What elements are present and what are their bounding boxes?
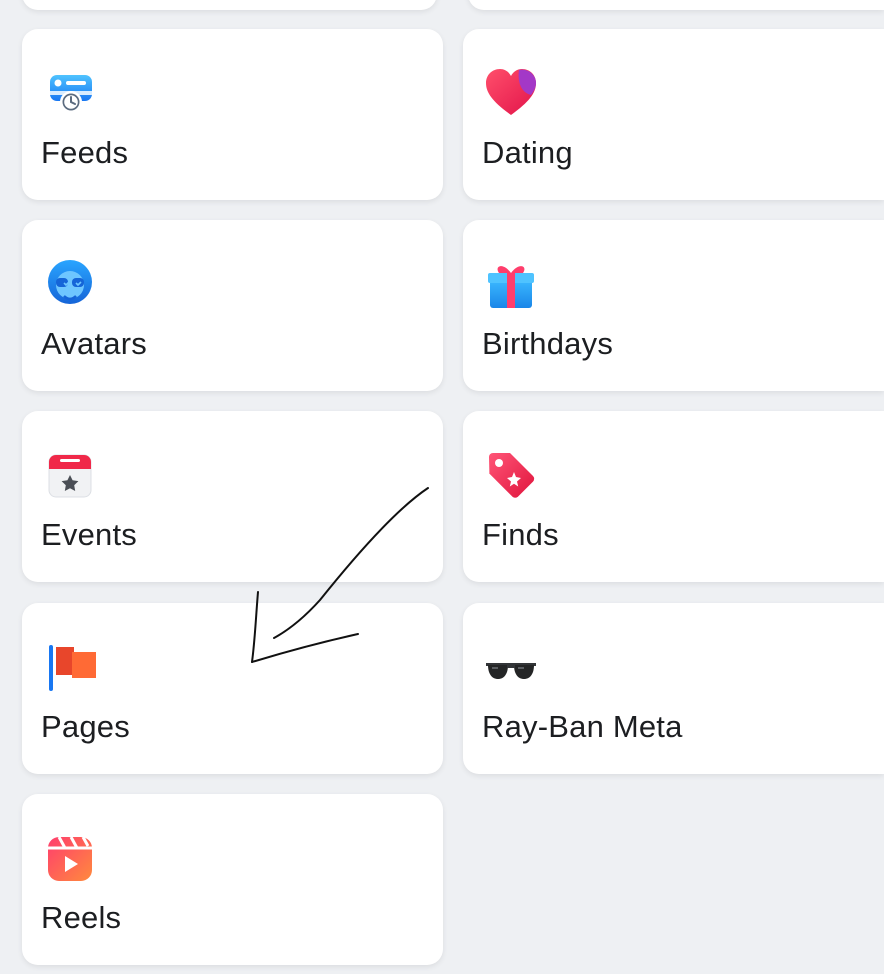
- avatars-icon: [42, 256, 98, 312]
- shortcut-label: Feeds: [41, 135, 129, 170]
- shortcut-label: Dating: [482, 135, 573, 170]
- feeds-icon: [42, 65, 98, 121]
- shortcut-avatars[interactable]: Avatars: [22, 220, 443, 391]
- shortcut-label: Ray-Ban Meta: [482, 709, 683, 744]
- shortcut-events[interactable]: Events: [22, 411, 443, 582]
- shortcut-label: Avatars: [41, 326, 147, 361]
- shortcut-reels[interactable]: Reels: [22, 794, 443, 965]
- shortcut-feeds[interactable]: Feeds: [22, 29, 443, 200]
- events-calendar-icon: [42, 447, 98, 503]
- partial-card-top-right[interactable]: [468, 0, 884, 10]
- reels-icon: [42, 830, 98, 886]
- birthday-gift-icon: [483, 256, 539, 312]
- shortcut-birthdays[interactable]: Birthdays: [463, 220, 884, 391]
- shortcut-label: Events: [41, 517, 137, 552]
- partial-card-top-left[interactable]: [22, 0, 437, 10]
- shortcut-label: Birthdays: [482, 326, 614, 361]
- shortcuts-grid: Feeds Dating Avatars Birthdays Events Fi…: [0, 0, 884, 974]
- shortcut-label: Reels: [41, 900, 122, 935]
- dating-heart-icon: [483, 65, 539, 121]
- shortcut-dating[interactable]: Dating: [463, 29, 884, 200]
- finds-tag-icon: [483, 447, 539, 503]
- sunglasses-icon: [483, 639, 539, 695]
- shortcut-finds[interactable]: Finds: [463, 411, 884, 582]
- pages-flag-icon: [42, 639, 98, 695]
- shortcut-ray-ban-meta[interactable]: Ray-Ban Meta: [463, 603, 884, 774]
- shortcut-label: Finds: [482, 517, 559, 552]
- shortcut-pages[interactable]: Pages: [22, 603, 443, 774]
- shortcut-label: Pages: [41, 709, 130, 744]
